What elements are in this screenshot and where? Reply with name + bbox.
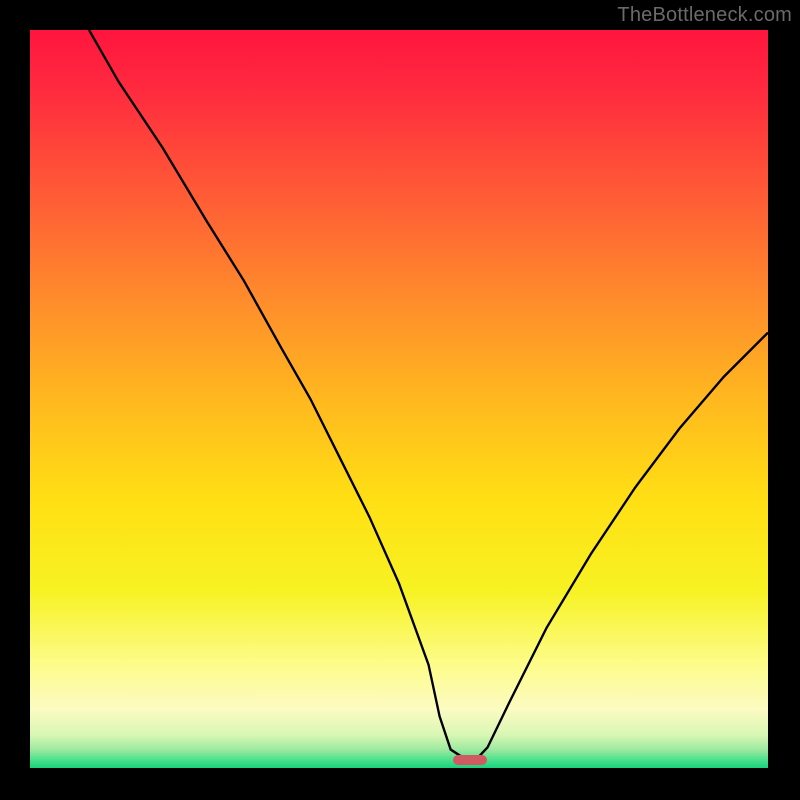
- optimal-marker: [453, 755, 487, 766]
- bottleneck-curve: [30, 30, 768, 768]
- plot-area: [30, 30, 768, 768]
- chart-stage: TheBottleneck.com: [0, 0, 800, 800]
- curve-path: [89, 30, 768, 759]
- watermark-text: TheBottleneck.com: [617, 4, 792, 27]
